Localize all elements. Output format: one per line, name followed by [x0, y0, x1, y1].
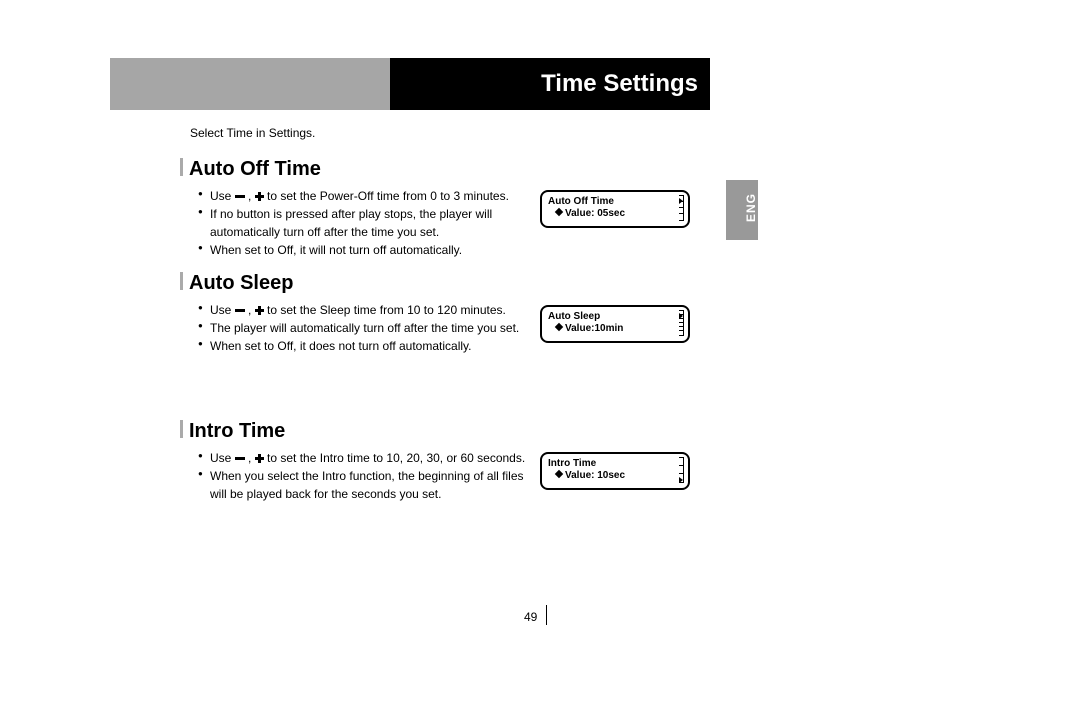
scale-icon — [676, 457, 684, 483]
lcd-line1: Intro Time — [548, 458, 682, 470]
page-title: Time Settings — [541, 70, 698, 97]
plus-icon — [255, 192, 264, 201]
lcd-line2: Value:10min — [548, 323, 682, 335]
lcd-line1: Auto Off Time — [548, 196, 682, 208]
plus-icon — [255, 306, 264, 315]
page-number: 49 — [524, 610, 537, 624]
minus-icon — [235, 457, 245, 460]
lcd-line1: Auto Sleep — [548, 311, 682, 323]
language-tab-label: ENG — [744, 193, 758, 222]
list-item: When set to Off, it will not turn off au… — [198, 241, 528, 259]
lcd-preview-intro-time: Intro Time Value: 10sec — [540, 452, 690, 490]
heading-bar-icon — [180, 420, 183, 438]
lcd-line2: Value: 05sec — [548, 208, 682, 220]
bullet-list: Use , to set the Intro time to 10, 20, 3… — [198, 449, 528, 503]
lead-text: Select Time in Settings. — [190, 126, 315, 140]
page-number-separator — [546, 605, 547, 625]
language-tab: ENG — [726, 180, 758, 240]
list-item: Use , to set the Power-Off time from 0 t… — [198, 187, 528, 205]
section-heading: Auto Sleep — [180, 272, 720, 295]
lcd-preview-auto-sleep: Auto Sleep Value:10min — [540, 305, 690, 343]
manual-page: Time Settings Select Time in Settings. E… — [90, 0, 990, 721]
diamond-icon — [555, 208, 563, 216]
list-item: Use , to set the Intro time to 10, 20, 3… — [198, 449, 528, 467]
scale-icon — [676, 310, 684, 336]
list-item: If no button is pressed after play stops… — [198, 205, 528, 241]
minus-icon — [235, 195, 245, 198]
section-heading: Auto Off Time — [180, 158, 720, 181]
lcd-line2: Value: 10sec — [548, 470, 682, 482]
heading-bar-icon — [180, 158, 183, 176]
scale-icon — [676, 195, 684, 221]
plus-icon — [255, 454, 264, 463]
diamond-icon — [555, 323, 563, 331]
lcd-preview-auto-off: Auto Off Time Value: 05sec — [540, 190, 690, 228]
minus-icon — [235, 309, 245, 312]
list-item: Use , to set the Sleep time from 10 to 1… — [198, 301, 528, 319]
diamond-icon — [555, 470, 563, 478]
bullet-list: Use , to set the Sleep time from 10 to 1… — [198, 301, 528, 355]
page-title-banner: Time Settings — [390, 58, 710, 110]
list-item: When set to Off, it does not turn off au… — [198, 337, 528, 355]
bullet-list: Use , to set the Power-Off time from 0 t… — [198, 187, 528, 259]
list-item: When you select the Intro function, the … — [198, 467, 528, 503]
section-heading: Intro Time — [180, 420, 720, 443]
list-item: The player will automatically turn off a… — [198, 319, 528, 337]
heading-bar-icon — [180, 272, 183, 290]
